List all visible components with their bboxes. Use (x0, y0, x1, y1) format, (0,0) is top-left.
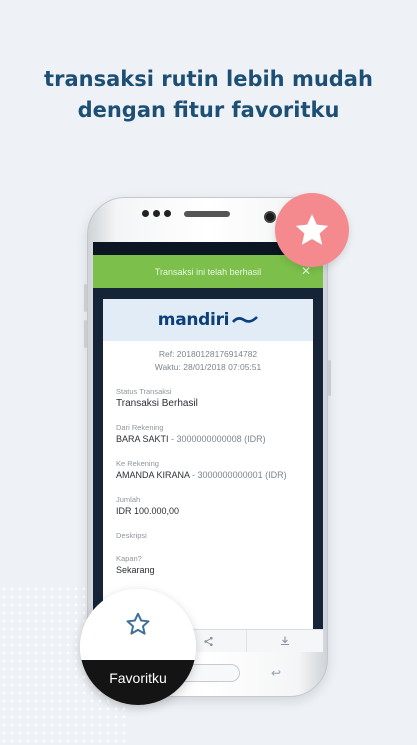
star-outline-icon (126, 612, 150, 635)
success-message: Transaksi ini telah berhasil (154, 266, 262, 277)
star-badge (275, 193, 349, 267)
volume-button (84, 320, 87, 348)
receipt-meta: Ref: 20180128176914782 Waktu: 28/01/2018… (103, 348, 313, 374)
logo-wave-icon (232, 316, 259, 323)
account-number: - 3000000000008 (IDR) (168, 434, 266, 444)
bank-logo-header: mandiri (103, 299, 313, 341)
transaction-receipt: mandiri Ref: 20180128176914782 Waktu: 28… (103, 299, 313, 629)
field-value: BARA SAKTI - 3000000000008 (IDR) (116, 433, 313, 446)
field-label: Deskripsi (116, 531, 147, 540)
back-icon[interactable]: ↩ (271, 666, 281, 680)
headline-line-1: transaksi rutin lebih mudah (44, 67, 373, 91)
field-value: Sekarang (116, 565, 155, 575)
bank-logo: mandiri (157, 310, 230, 330)
headline: transaksi rutin lebih mudah dengan fitur… (0, 64, 417, 126)
account-number: - 3000000000001 (IDR) (189, 470, 287, 480)
field-label: Ke Rekening (116, 459, 159, 468)
download-action[interactable] (246, 630, 323, 652)
transaction-time: Waktu: 28/01/2018 07:05:51 (154, 362, 262, 372)
share-icon (203, 636, 213, 646)
sensor-dots (142, 210, 171, 217)
field-label: Kapan? (116, 554, 142, 563)
account-name: AMANDA KIRANA (116, 470, 190, 480)
power-button (328, 360, 331, 396)
field-value: Transaksi Berhasil (116, 398, 198, 409)
receipt-fields: Status Transaksi Transaksi Berhasil Dari… (103, 374, 313, 577)
download-icon (281, 636, 289, 646)
field-value: AMANDA KIRANA - 3000000000001 (IDR) (116, 469, 313, 482)
field-label: Dari Rekening (116, 423, 164, 432)
account-name: BARA SAKTI (116, 434, 169, 444)
front-camera (264, 211, 276, 223)
favoritku-label: Favoritku (80, 660, 196, 705)
field-label: Jumlah (116, 495, 141, 504)
field-label: Status Transaksi (116, 387, 172, 396)
speaker-grill (184, 211, 230, 217)
favoritku-button[interactable] (80, 589, 196, 659)
headline-line-2: dengan fitur favoritku (77, 98, 340, 122)
field-value: IDR 100.000,00 (116, 506, 180, 516)
star-icon (295, 214, 329, 245)
volume-button (84, 284, 87, 312)
success-banner: Transaksi ini telah berhasil ✕ (93, 255, 323, 288)
favoritku-magnifier: Favoritku (80, 589, 196, 705)
reference-number: Ref: 20180128176914782 (158, 349, 258, 359)
